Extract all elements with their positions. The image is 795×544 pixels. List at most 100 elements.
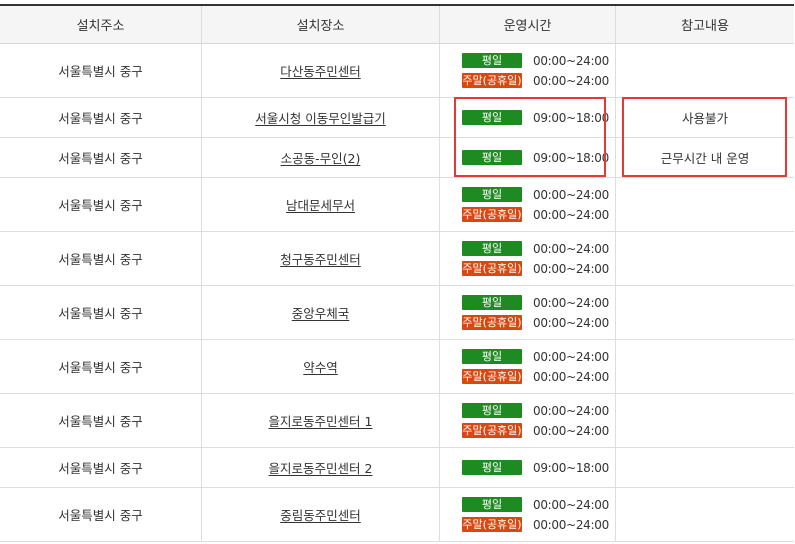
weekday-schedule: 평일 00:00~24:00 bbox=[462, 495, 609, 515]
table-row: 서울특별시 중구 남대문세무서 평일 00:00~24:00 주말(공휴일) 0… bbox=[0, 178, 794, 232]
hours-cell: 평일 09:00~18:00 bbox=[440, 98, 616, 137]
weekday-time: 00:00~24:00 bbox=[533, 53, 609, 68]
hours-cell: 평일 00:00~24:00 주말(공휴일) 00:00~24:00 bbox=[440, 286, 616, 339]
place-link[interactable]: 을지로동주민센터 1 bbox=[269, 411, 373, 430]
weekend-schedule: 주말(공휴일) 00:00~24:00 bbox=[462, 367, 609, 387]
place-link[interactable]: 남대문세무서 bbox=[286, 195, 355, 214]
address-cell: 서울특별시 중구 bbox=[0, 286, 202, 339]
table-row: 서울특별시 중구 다산동주민센터 평일 00:00~24:00 주말(공휴일) … bbox=[0, 44, 794, 98]
address-cell: 서울특별시 중구 bbox=[0, 340, 202, 393]
place-link[interactable]: 중앙우체국 bbox=[292, 303, 350, 322]
weekend-time: 00:00~24:00 bbox=[533, 423, 609, 438]
weekday-schedule: 평일 00:00~24:00 bbox=[462, 51, 609, 71]
note-cell bbox=[616, 394, 794, 447]
note-text: 사용불가 bbox=[681, 111, 728, 126]
note-cell: 근무시간 내 운영 bbox=[616, 138, 794, 177]
hours-cell: 평일 00:00~24:00 주말(공휴일) 00:00~24:00 bbox=[440, 394, 616, 447]
weekend-badge: 주말(공휴일) bbox=[462, 73, 522, 88]
place-cell: 중앙우체국 bbox=[202, 286, 440, 339]
weekend-schedule: 주말(공휴일) 00:00~24:00 bbox=[462, 71, 609, 91]
weekday-time: 09:00~18:00 bbox=[533, 150, 609, 165]
place-link[interactable]: 서울시청 이동무인발급기 bbox=[255, 108, 385, 127]
table-row: 서울특별시 중구 약수역 평일 00:00~24:00 주말(공휴일) 00:0… bbox=[0, 340, 794, 394]
weekend-time: 00:00~24:00 bbox=[533, 369, 609, 384]
hours-cell: 평일 00:00~24:00 주말(공휴일) 00:00~24:00 bbox=[440, 44, 616, 97]
note-cell bbox=[616, 178, 794, 231]
table-body: 서울특별시 중구 다산동주민센터 평일 00:00~24:00 주말(공휴일) … bbox=[0, 44, 794, 542]
weekday-badge: 평일 bbox=[462, 295, 522, 310]
weekend-badge: 주말(공휴일) bbox=[462, 207, 522, 222]
note-cell bbox=[616, 286, 794, 339]
note-text: 근무시간 내 운영 bbox=[660, 151, 750, 166]
weekday-badge: 평일 bbox=[462, 241, 522, 256]
weekday-schedule: 평일 00:00~24:00 bbox=[462, 293, 609, 313]
weekday-time: 00:00~24:00 bbox=[533, 349, 609, 364]
weekend-badge: 주말(공휴일) bbox=[462, 517, 522, 532]
address-cell: 서울특별시 중구 bbox=[0, 448, 202, 487]
weekend-time: 00:00~24:00 bbox=[533, 73, 609, 88]
table-row: 서울특별시 중구 중림동주민센터 평일 00:00~24:00 주말(공휴일) … bbox=[0, 488, 794, 542]
weekday-time: 00:00~24:00 bbox=[533, 187, 609, 202]
hours-cell: 평일 00:00~24:00 주말(공휴일) 00:00~24:00 bbox=[440, 232, 616, 285]
weekend-badge: 주말(공휴일) bbox=[462, 369, 522, 384]
weekday-time: 00:00~24:00 bbox=[533, 403, 609, 418]
place-link[interactable]: 을지로동주민센터 2 bbox=[269, 458, 373, 477]
place-link[interactable]: 청구동주민센터 bbox=[280, 249, 361, 268]
table-row: 서울특별시 중구 을지로동주민센터 1 평일 00:00~24:00 주말(공휴… bbox=[0, 394, 794, 448]
table-row: 서울특별시 중구 을지로동주민센터 2 평일 09:00~18:00 bbox=[0, 448, 794, 488]
weekend-badge: 주말(공휴일) bbox=[462, 261, 522, 276]
weekend-time: 00:00~24:00 bbox=[533, 261, 609, 276]
weekday-time: 00:00~24:00 bbox=[533, 497, 609, 512]
weekday-time: 09:00~18:00 bbox=[533, 110, 609, 125]
place-link[interactable]: 소공동-무인(2) bbox=[281, 148, 361, 167]
header-note: 참고내용 bbox=[681, 19, 729, 34]
address-cell: 서울특별시 중구 bbox=[0, 488, 202, 541]
address-cell: 서울특별시 중구 bbox=[0, 394, 202, 447]
table-row: 서울특별시 중구 청구동주민센터 평일 00:00~24:00 주말(공휴일) … bbox=[0, 232, 794, 286]
place-cell: 다산동주민센터 bbox=[202, 44, 440, 97]
hours-cell: 평일 00:00~24:00 주말(공휴일) 00:00~24:00 bbox=[440, 340, 616, 393]
place-link[interactable]: 다산동주민센터 bbox=[280, 61, 361, 80]
table-header: 설치주소 설치장소 운영시간 참고내용 bbox=[0, 6, 794, 44]
note-cell: 사용불가 bbox=[616, 98, 794, 137]
weekday-schedule: 평일 09:00~18:00 bbox=[462, 458, 609, 478]
weekend-schedule: 주말(공휴일) 00:00~24:00 bbox=[462, 205, 609, 225]
table-row: 서울특별시 중구 서울시청 이동무인발급기 평일 09:00~18:00 사용불… bbox=[0, 98, 794, 138]
place-cell: 서울시청 이동무인발급기 bbox=[202, 98, 440, 137]
place-cell: 을지로동주민센터 1 bbox=[202, 394, 440, 447]
weekend-time: 00:00~24:00 bbox=[533, 517, 609, 532]
address-cell: 서울특별시 중구 bbox=[0, 44, 202, 97]
place-cell: 소공동-무인(2) bbox=[202, 138, 440, 177]
place-link[interactable]: 중림동주민센터 bbox=[280, 505, 361, 524]
weekday-schedule: 평일 00:00~24:00 bbox=[462, 185, 609, 205]
note-cell bbox=[616, 232, 794, 285]
weekday-time: 00:00~24:00 bbox=[533, 241, 609, 256]
hours-cell: 평일 09:00~18:00 bbox=[440, 448, 616, 487]
weekday-badge: 평일 bbox=[462, 187, 522, 202]
address-cell: 서울특별시 중구 bbox=[0, 98, 202, 137]
weekend-badge: 주말(공휴일) bbox=[462, 315, 522, 330]
weekday-schedule: 평일 00:00~24:00 bbox=[462, 239, 609, 259]
table-row: 서울특별시 중구 중앙우체국 평일 00:00~24:00 주말(공휴일) 00… bbox=[0, 286, 794, 340]
weekday-time: 00:00~24:00 bbox=[533, 295, 609, 310]
weekday-badge: 평일 bbox=[462, 403, 522, 418]
weekday-time: 09:00~18:00 bbox=[533, 460, 609, 475]
place-cell: 중림동주민센터 bbox=[202, 488, 440, 541]
note-cell bbox=[616, 340, 794, 393]
weekend-time: 00:00~24:00 bbox=[533, 315, 609, 330]
place-link[interactable]: 약수역 bbox=[303, 357, 338, 376]
note-cell bbox=[616, 448, 794, 487]
weekday-badge: 평일 bbox=[462, 460, 522, 475]
hours-cell: 평일 09:00~18:00 bbox=[440, 138, 616, 177]
address-cell: 서울특별시 중구 bbox=[0, 232, 202, 285]
address-cell: 서울특별시 중구 bbox=[0, 178, 202, 231]
weekday-badge: 평일 bbox=[462, 110, 522, 125]
weekday-badge: 평일 bbox=[462, 150, 522, 165]
weekday-schedule: 평일 00:00~24:00 bbox=[462, 347, 609, 367]
weekday-schedule: 평일 00:00~24:00 bbox=[462, 401, 609, 421]
note-cell bbox=[616, 44, 794, 97]
header-address: 설치주소 bbox=[0, 6, 202, 43]
weekday-badge: 평일 bbox=[462, 497, 522, 512]
note-cell bbox=[616, 488, 794, 541]
address-cell: 서울특별시 중구 bbox=[0, 138, 202, 177]
